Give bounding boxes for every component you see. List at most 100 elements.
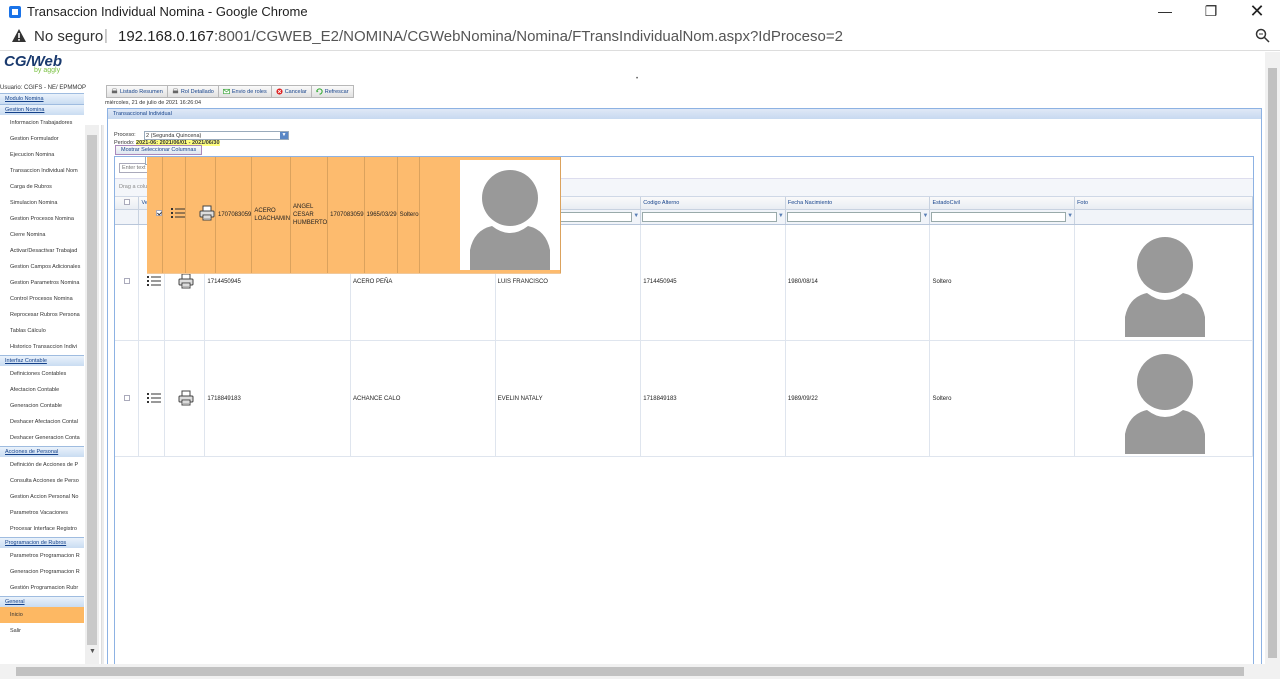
sidebar-group[interactable]: Acciones de Personal [0, 446, 84, 457]
sidebar-item[interactable]: Definición de Acciones de P [0, 457, 84, 473]
sidebar-item[interactable]: Gestion Formulador [0, 131, 84, 147]
ver-cell [162, 157, 186, 274]
sidebar-item[interactable]: Simulacion Nomina [0, 195, 84, 211]
sidebar-item[interactable]: Gestion Procesos Nomina [0, 211, 84, 227]
sidebar-item[interactable]: Historico Transaccion Indivi [0, 339, 84, 355]
cancelar-button[interactable]: Cancelar [270, 85, 312, 98]
sidebar-scroll-thumb[interactable] [87, 135, 97, 645]
sidebar-item[interactable]: Consulta Acciones de Perso [0, 473, 84, 489]
printer-icon[interactable] [199, 205, 215, 223]
sidebar-item[interactable]: Procesar Interface Registro [0, 521, 84, 537]
sidebar-item[interactable]: Parametros Vacaciones [0, 505, 84, 521]
zoom-icon[interactable] [1255, 28, 1270, 43]
sidebar-item[interactable]: Inicio [0, 607, 84, 623]
mostrar-columnas-button[interactable]: Mostrar Seleccionar Columnas [115, 145, 203, 155]
filter-input[interactable] [931, 211, 1067, 222]
list-view-icon[interactable] [171, 208, 185, 221]
codigo-alterno-header[interactable]: Codigo Alterno [640, 197, 786, 210]
close-window-button[interactable]: ✕ [1234, 0, 1280, 24]
printer-icon[interactable] [178, 390, 194, 408]
sidebar-item[interactable]: Gestion Accion Personal No [0, 489, 84, 505]
foto-cell [419, 157, 561, 274]
sidebar-scroll-down-icon[interactable]: ▼ [89, 648, 96, 655]
restore-button[interactable]: ❐ [1188, 0, 1234, 24]
window-titlebar: Transaccion Individual Nomina - Google C… [0, 0, 1280, 24]
sidebar-item[interactable]: Gestion Parametros Nomina [0, 275, 84, 291]
warning-icon[interactable] [12, 29, 26, 42]
envio-roles-button[interactable]: Envio de roles [217, 85, 272, 98]
row-checkbox[interactable] [124, 394, 130, 401]
row-checkbox[interactable] [124, 278, 130, 285]
fecha-nacimiento-header[interactable]: Fecha Nacimiento [785, 197, 931, 210]
sidebar-item[interactable]: Control Procesos Nomina [0, 291, 84, 307]
page-horizontal-scrollbar[interactable] [0, 664, 1280, 679]
filter-cell: ▼ [785, 209, 931, 225]
fecha-nacimiento-cell: 1980/08/14 [785, 224, 931, 341]
sidebar-group[interactable]: Programacion de Rubros [0, 537, 84, 548]
sidebar-item[interactable]: Afectacion Contable [0, 382, 84, 398]
sidebar-item[interactable]: Deshacer Afectacion Contal [0, 414, 84, 430]
table-row[interactable]: 1718849183 ACHANCE CALO EVELIN NATALY 17188… [115, 340, 1253, 457]
select-all-checkbox[interactable] [124, 198, 130, 205]
sidebar-splitter[interactable] [101, 125, 104, 664]
filter-input[interactable] [642, 211, 777, 222]
security-label[interactable]: No seguro [34, 28, 103, 45]
filter-icon[interactable]: ▼ [633, 213, 639, 219]
filter-cell: ▼ [640, 209, 786, 225]
row-select-cell [115, 340, 140, 457]
sidebar-item[interactable]: Cierre Nomina [0, 227, 84, 243]
dropdown-arrow-icon[interactable]: ▼ [280, 132, 288, 139]
minimize-button[interactable]: — [1142, 0, 1188, 24]
estado-civil-header[interactable]: EstadoCivil [929, 197, 1076, 210]
sidebar-group[interactable]: General [0, 596, 84, 607]
refrescar-button[interactable]: Refrescar [310, 85, 354, 98]
filter-icon[interactable]: ▼ [923, 213, 929, 219]
sidebar-item[interactable]: Salir [0, 623, 84, 639]
filter-input[interactable] [786, 211, 922, 222]
sidebar-item[interactable]: Tablas Cálculo [0, 323, 84, 339]
sidebar-item[interactable]: Gestion Campos Adicionales [0, 259, 84, 275]
list-view-icon[interactable] [147, 392, 162, 406]
address-bar[interactable]: No seguro | 192.168.0.167:8001/CGWEB_E2/… [0, 24, 1280, 51]
rol-detallado-button[interactable]: Rol Detallado [166, 85, 219, 98]
sidebar-item[interactable]: Parametros Programacion R [0, 548, 84, 564]
filter-icon[interactable]: ▼ [778, 213, 784, 219]
sidebar-group[interactable]: Modulo Nomina [0, 93, 84, 104]
sidebar-item[interactable]: Reprocesar Rubros Persona [0, 307, 84, 323]
sidebar-item[interactable]: Transaccion Individual Nom [0, 163, 84, 179]
sidebar-item[interactable]: Carga de Rubros [0, 179, 84, 195]
sidebar-group[interactable]: Interfaz Contable [0, 355, 84, 366]
sidebar-item[interactable]: Deshacer Generacion Conta [0, 430, 84, 446]
sidebar-item[interactable]: Gestión Programacion Rubr [0, 580, 84, 596]
employee-grid: Drag a column header here to group by th… [114, 156, 1254, 664]
sidebar-item[interactable]: Activar/Desactivar Trabajad [0, 243, 84, 259]
sidebar-item[interactable]: Generacion Programacion R [0, 564, 84, 580]
sidebar-item[interactable]: Definiciones Contables [0, 366, 84, 382]
user-info: Usuario: CGIFS - NE/ EPMMOP [0, 85, 87, 91]
codigo-alterno-cell: 1707083059 [327, 157, 365, 274]
sidebar-item[interactable]: Generacion Contable [0, 398, 84, 414]
url-path: :8001/CGWEB_E2/NOMINA/CGWebNomina/Nomina… [213, 28, 843, 45]
proceso-select[interactable]: 2 (Segunda Quincena) ▼ [144, 131, 289, 140]
foto-header[interactable]: Foto [1074, 197, 1253, 210]
filter-icon[interactable]: ▼ [1067, 213, 1073, 219]
printer-icon[interactable] [178, 273, 194, 291]
page-hscroll-thumb[interactable] [16, 667, 1244, 676]
list-view-icon[interactable] [147, 276, 162, 289]
ver-cell [138, 340, 166, 457]
listado-resumen-button[interactable]: Listado Resumen [106, 85, 168, 98]
select-all-header[interactable] [115, 197, 140, 210]
sidebar-menu: Modulo Nomina Gestion Nomina Informacion T… [0, 93, 84, 664]
app-logo: CG/Web by aggly [4, 53, 62, 74]
avatar-placeholder-icon [459, 159, 560, 270]
page-vertical-scrollbar[interactable] [1265, 52, 1280, 664]
sidebar-group[interactable]: Gestion Nomina [0, 104, 84, 115]
panel-title: Transaccional Individual [108, 109, 1261, 119]
url-text[interactable]: 192.168.0.167:8001/CGWEB_E2/NOMINA/CGWeb… [118, 28, 843, 45]
table-row[interactable]: 1707083059 ACERO LOACHAMIN ANGEL CESAR HUM… [145, 157, 561, 274]
row-checkbox[interactable] [156, 210, 162, 217]
page-vscroll-thumb[interactable] [1268, 68, 1277, 658]
sidebar-item[interactable]: Informacion Trabajadores [0, 115, 84, 131]
sidebar-item[interactable]: Ejecucion Nomina [0, 147, 84, 163]
sidebar-scrollbar[interactable] [85, 125, 99, 664]
